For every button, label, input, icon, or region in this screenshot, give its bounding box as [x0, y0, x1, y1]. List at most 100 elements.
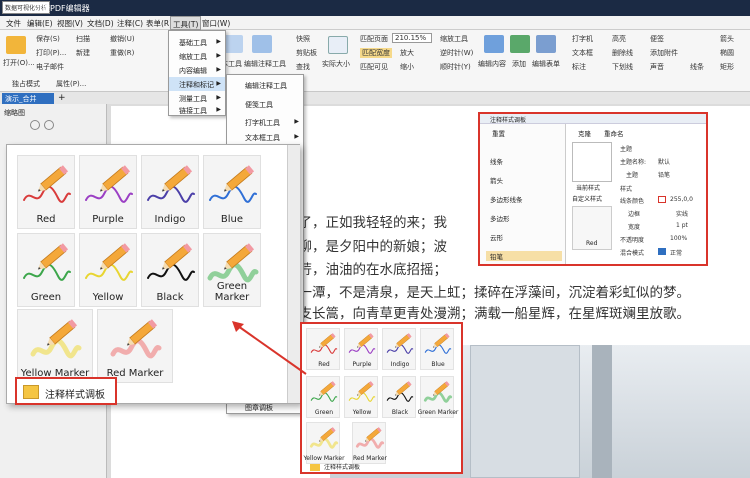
edit-form-icon[interactable]: [536, 35, 556, 53]
ellipse-button[interactable]: 椭圆: [720, 48, 734, 58]
current-style-preview[interactable]: [572, 142, 612, 182]
small-palette-style-black[interactable]: Black: [382, 376, 416, 418]
actual-size-button[interactable]: 实际大小: [322, 59, 350, 69]
palette-style-black[interactable]: Black: [141, 233, 199, 307]
textbox-button[interactable]: 文本框: [572, 48, 593, 58]
palette-style-red[interactable]: Red: [17, 155, 75, 229]
fit-visible-button[interactable]: 匹配可见: [360, 62, 388, 72]
scan-button[interactable]: 扫描: [76, 34, 90, 44]
small-palette-style-red-marker[interactable]: Red Marker: [352, 422, 387, 464]
blend-value[interactable]: 正常: [670, 248, 682, 257]
menu-item-zoom-tools[interactable]: 缩放工具 ▶: [169, 49, 225, 63]
tool-polyline[interactable]: 多边形线条: [490, 194, 523, 204]
open-button[interactable]: 打开(O)...: [3, 58, 35, 68]
small-palette-style-red[interactable]: Red: [306, 328, 340, 370]
zoom-input[interactable]: 210.15%: [392, 33, 432, 43]
menu-file[interactable]: 文件: [6, 18, 21, 29]
save-button[interactable]: 保存(S): [36, 34, 60, 44]
menu-form[interactable]: 表单(R): [146, 18, 172, 29]
menu-item-content-edit[interactable]: 内容编辑 ▶: [169, 63, 225, 77]
tool-line[interactable]: 线条: [490, 156, 503, 166]
menu-item-basic-tools[interactable]: 基础工具 ▶: [169, 35, 225, 49]
zoom-out-icon[interactable]: [30, 120, 40, 130]
fit-width-button[interactable]: 匹配宽度: [360, 48, 392, 58]
zoom-tool-button[interactable]: 缩放工具: [440, 34, 468, 44]
typewriter-button[interactable]: 打字机: [572, 34, 593, 44]
rename-button[interactable]: 重命名: [604, 128, 624, 138]
submenu-typewriter-tool[interactable]: 打字机工具 ▶: [227, 115, 303, 129]
new-button[interactable]: 新建: [76, 48, 90, 58]
menu-comment[interactable]: 注释(C): [117, 18, 143, 29]
tool-polygon[interactable]: 多边形: [490, 213, 510, 223]
strikeout-button[interactable]: 删除线: [612, 48, 633, 58]
palette-style-yellow[interactable]: Yellow: [79, 233, 137, 307]
opacity-value[interactable]: 100%: [670, 235, 687, 242]
undo-button[interactable]: 撤销(U): [110, 34, 135, 44]
annotation-button[interactable]: 标注: [572, 62, 586, 72]
rotate-right-button[interactable]: 顺时针(Y): [440, 62, 471, 72]
edit-content-icon[interactable]: [484, 35, 504, 53]
line-button[interactable]: 线条: [690, 62, 704, 72]
line-color-swatch[interactable]: [658, 196, 666, 203]
zoom-out-button[interactable]: 缩小: [400, 62, 414, 72]
zoom-in-button[interactable]: 放大: [400, 48, 414, 58]
clipboard-button[interactable]: 剪贴板: [296, 48, 317, 58]
width-value[interactable]: 1 pt: [676, 222, 688, 229]
add-tab-button[interactable]: +: [58, 93, 66, 103]
highlight-button[interactable]: 高亮: [612, 34, 626, 44]
palette-style-indigo[interactable]: Indigo: [141, 155, 199, 229]
line-color-value[interactable]: 255,0,0: [670, 196, 693, 203]
palette-footer[interactable]: 注释样式调板: [15, 377, 117, 405]
palette-style-yellow-marker[interactable]: Yellow Marker: [17, 309, 93, 383]
open-folder-icon[interactable]: [6, 36, 26, 54]
rotate-left-button[interactable]: 逆时针(W): [440, 48, 473, 58]
submenu-textbox-tool[interactable]: 文本框工具 ▶: [227, 130, 303, 144]
snapshot-button[interactable]: 快照: [296, 34, 310, 44]
edit-form-button[interactable]: 编辑表单: [532, 59, 560, 69]
border-value[interactable]: 实线: [676, 209, 688, 218]
small-palette-style-yellow[interactable]: Yellow: [344, 376, 378, 418]
theme-value[interactable]: 铅笔: [658, 170, 670, 179]
zoom-in-icon[interactable]: [44, 120, 54, 130]
tool-arrow[interactable]: 箭头: [490, 175, 503, 185]
exclusive-mode-button[interactable]: 独占模式: [12, 79, 40, 89]
edit-annot-tool-button[interactable]: 编辑注释工具: [244, 59, 286, 69]
menu-window[interactable]: 窗口(W): [202, 18, 230, 29]
menu-view[interactable]: 视图(V): [57, 18, 83, 29]
palette-style-red-marker[interactable]: Red Marker: [97, 309, 173, 383]
attach-file-button[interactable]: 添加附件: [650, 48, 678, 58]
palette-style-blue[interactable]: Blue: [203, 155, 261, 229]
actual-size-icon[interactable]: [328, 36, 348, 54]
menu-tools[interactable]: 工具(T): [170, 16, 202, 30]
sound-button[interactable]: 声音: [650, 62, 664, 72]
reset-button[interactable]: 重置: [492, 128, 505, 138]
submenu-edit-annot-tool[interactable]: 编辑注释工具: [227, 78, 303, 92]
sticky-button[interactable]: 便签: [650, 34, 664, 44]
document-tab[interactable]: 演示_合并: [2, 93, 54, 104]
small-palette-style-blue[interactable]: Blue: [420, 328, 454, 370]
fit-page-button[interactable]: 匹配页面: [360, 34, 388, 44]
print-button[interactable]: 打印(P)...: [36, 48, 66, 58]
small-palette-style-yellow-marker[interactable]: Yellow Marker: [303, 422, 345, 464]
menu-item-link-tools[interactable]: 链接工具 ▶: [169, 103, 225, 117]
menu-edit[interactable]: 编辑(E): [27, 18, 53, 29]
small-palette-style-indigo[interactable]: Indigo: [382, 328, 416, 370]
rectangle-button[interactable]: 矩形: [720, 62, 734, 72]
tool-pencil[interactable]: 铅笔: [486, 251, 562, 261]
edit-annot-tool-icon[interactable]: [252, 35, 272, 53]
tool-cloud[interactable]: 云形: [490, 232, 503, 242]
redo-button[interactable]: 重做(R): [110, 48, 134, 58]
theme-name-value[interactable]: 默认: [658, 157, 670, 166]
submenu-sticky-tool[interactable]: 便笺工具: [227, 97, 303, 111]
palette-style-purple[interactable]: Purple: [79, 155, 137, 229]
arrow-button[interactable]: 箭头: [720, 34, 734, 44]
email-button[interactable]: 电子邮件: [36, 62, 64, 72]
clone-button[interactable]: 克隆: [578, 128, 591, 138]
find-button[interactable]: 查找: [296, 62, 310, 72]
small-palette-style-green[interactable]: Green: [306, 376, 340, 418]
menu-item-comment-markup[interactable]: 注释和标记 ▶: [169, 77, 225, 91]
underline-button[interactable]: 下划线: [612, 62, 633, 72]
menu-document[interactable]: 文档(D): [87, 18, 114, 29]
palette-style-green-marker[interactable]: Green Marker: [203, 233, 261, 307]
add-icon[interactable]: [510, 35, 530, 53]
